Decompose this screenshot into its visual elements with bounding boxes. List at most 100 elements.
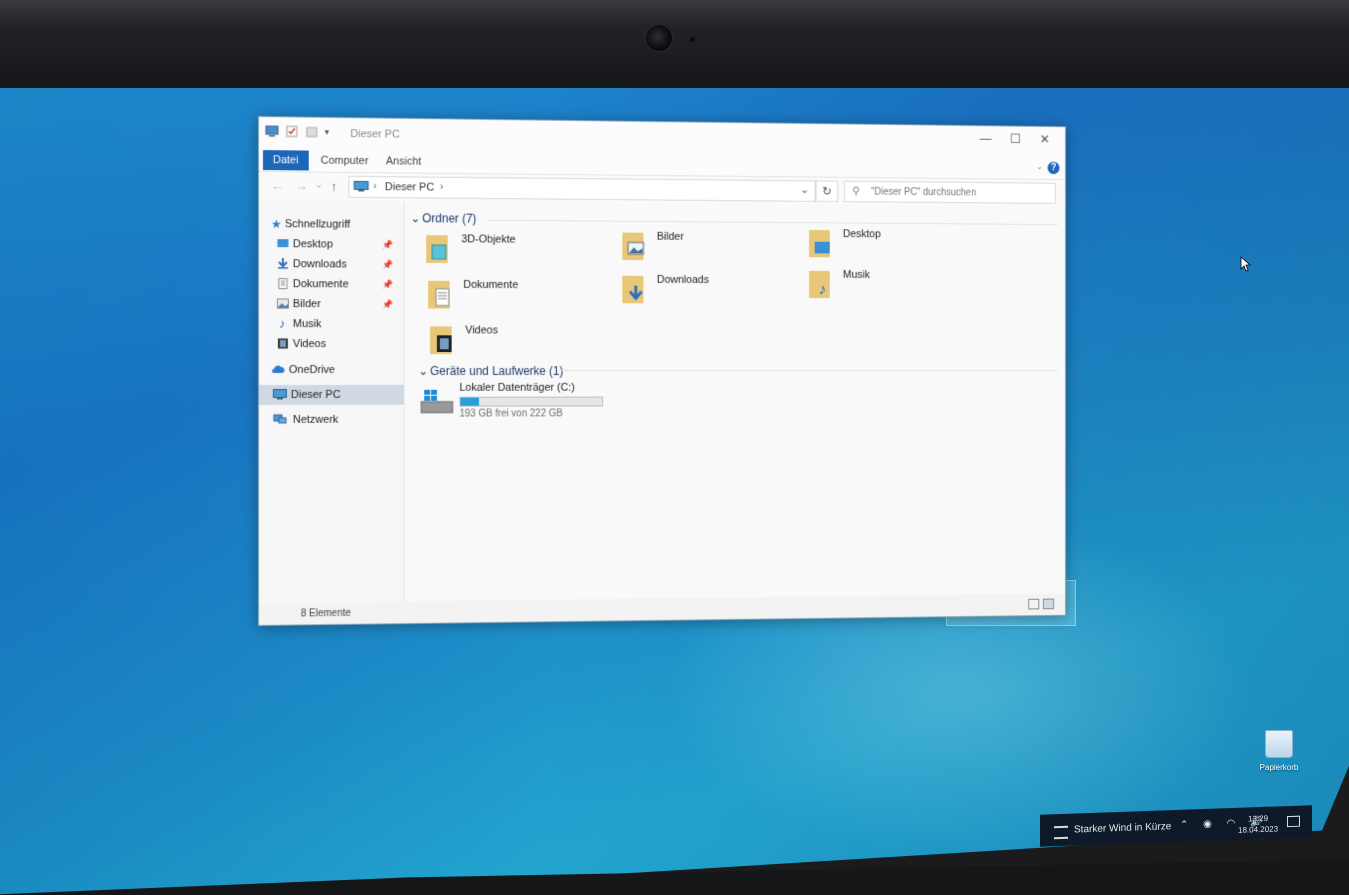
details-view-icon[interactable] <box>1028 599 1039 610</box>
item-count: 8 Elemente <box>301 608 351 620</box>
drive-c[interactable]: Lokaler Datenträger (C:) 193 GB frei von… <box>418 382 670 422</box>
videos-folder-icon <box>428 322 457 356</box>
address-bar[interactable]: › Dieser PC › ⌄ <box>348 176 815 202</box>
properties-icon[interactable] <box>285 125 299 137</box>
clock-date: 18.04.2023 <box>1238 823 1278 835</box>
view-switcher <box>1028 599 1054 610</box>
sidebar-item-musik[interactable]: ♪ Musik <box>259 314 404 334</box>
drive-free-space: 193 GB frei von 222 GB <box>459 408 562 419</box>
help-icon[interactable]: ? <box>1048 162 1060 175</box>
navigation-pane: ★ Schnellzugriff Desktop 📌 Downloads 📌 D… <box>259 200 405 603</box>
mouse-cursor-icon <box>1240 256 1252 272</box>
folder-videos[interactable]: Videos <box>428 322 613 362</box>
drive-usage-bar <box>459 397 603 407</box>
minimize-button[interactable]: — <box>971 130 1001 148</box>
sidebar-item-label: Desktop <box>293 234 333 254</box>
pin-icon[interactable]: 📌 <box>383 294 394 314</box>
folder-dokumente[interactable]: Dokumente <box>426 277 611 317</box>
new-folder-icon[interactable] <box>305 126 319 138</box>
sidebar-item-label: Netzwerk <box>293 410 338 430</box>
sidebar-item-bilder[interactable]: Bilder 📌 <box>259 294 404 314</box>
recent-locations-button[interactable]: ⌄ <box>315 180 323 191</box>
music-icon: ♪ <box>279 314 291 325</box>
group-divider <box>487 220 1058 225</box>
webcam-icon <box>645 24 673 52</box>
weather-widget[interactable]: Starker Wind in Kürze <box>1074 821 1171 835</box>
tab-computer[interactable]: Computer <box>311 152 379 171</box>
desktop-icon <box>277 238 289 249</box>
recycle-bin-icon <box>1265 730 1293 758</box>
sidebar-item-downloads[interactable]: Downloads 📌 <box>259 254 404 275</box>
group-header-drives[interactable]: Geräte und Laufwerke (1) <box>430 364 563 378</box>
maximize-button[interactable]: ☐ <box>1001 130 1031 148</box>
sidebar-item-videos[interactable]: Videos <box>259 334 404 354</box>
computer-icon <box>265 125 279 137</box>
documents-folder-icon <box>426 277 455 311</box>
large-icons-view-icon[interactable] <box>1043 599 1054 610</box>
quick-access-toolbar: ▾ <box>265 125 329 138</box>
cloud-icon <box>271 364 285 375</box>
customize-toolbar-icon[interactable]: ▾ <box>325 126 329 137</box>
folder-3d-objekte[interactable]: 3D-Objekte <box>424 231 609 272</box>
clock[interactable]: 13:29 18.04.2023 <box>1238 812 1278 835</box>
group-toggle-icon[interactable]: ⌄ <box>410 211 420 225</box>
sidebar-item-label: Dokumente <box>293 274 349 294</box>
folder-desktop[interactable]: Desktop <box>807 226 985 266</box>
pictures-icon <box>277 298 289 309</box>
sidebar-item-dokumente[interactable]: Dokumente 📌 <box>259 274 404 295</box>
drive-usage-fill <box>460 398 479 406</box>
star-icon: ★ <box>271 214 283 225</box>
wind-icon[interactable] <box>1054 826 1068 839</box>
back-button[interactable]: ← <box>271 178 284 193</box>
pin-icon[interactable]: 📌 <box>383 255 394 275</box>
svg-text:♪: ♪ <box>818 282 826 299</box>
folder-downloads[interactable]: Downloads <box>620 272 801 312</box>
breadcrumb-separator[interactable]: › <box>440 181 444 193</box>
sidebar-item-label: Downloads <box>293 254 347 274</box>
recycle-bin[interactable]: Papierkorb <box>1262 730 1296 758</box>
folder-bilder[interactable]: Bilder <box>620 229 801 269</box>
drive-name: Lokaler Datenträger (C:) <box>459 382 574 394</box>
sidebar-item-schnellzugriff[interactable]: ★ Schnellzugriff <box>259 214 404 235</box>
sidebar-item-onedrive[interactable]: OneDrive <box>259 360 404 380</box>
sidebar-item-label: Schnellzugriff <box>285 214 350 234</box>
sidebar-item-label: OneDrive <box>289 360 335 380</box>
folder-musik[interactable]: ♪ Musik <box>807 267 985 306</box>
pin-icon[interactable]: 📌 <box>383 235 394 255</box>
folder-label: Downloads <box>657 274 709 286</box>
refresh-button[interactable]: ↻ <box>816 180 839 202</box>
tab-ansicht[interactable]: Ansicht <box>376 152 431 170</box>
music-folder-icon: ♪ <box>807 267 835 300</box>
sidebar-item-label: Bilder <box>293 294 321 314</box>
tab-datei[interactable]: Datei <box>263 150 308 170</box>
pin-icon[interactable]: 📌 <box>383 275 394 295</box>
forward-button[interactable]: → <box>295 178 308 193</box>
sidebar-item-desktop[interactable]: Desktop 📌 <box>259 234 404 255</box>
document-icon <box>277 278 289 289</box>
ribbon-expand-icon[interactable]: ⌄ <box>1036 161 1043 172</box>
content-area: ⌄ Ordner (7) 3D-Objekte Bilder Desktop D… <box>405 201 1065 601</box>
folder-label: Musik <box>843 269 870 281</box>
breadcrumb-separator[interactable]: › <box>373 180 377 192</box>
up-button[interactable]: ↑ <box>331 179 337 194</box>
video-icon <box>277 338 289 349</box>
webcam-indicator <box>690 37 695 42</box>
close-button[interactable]: ✕ <box>1030 131 1059 149</box>
sidebar-item-label: Musik <box>293 314 322 334</box>
search-input[interactable] <box>869 184 1054 201</box>
address-history-dropdown[interactable]: ⌄ <box>800 183 809 196</box>
breadcrumb-dieser-pc[interactable]: Dieser PC <box>385 181 434 193</box>
group-toggle-icon[interactable]: ⌄ <box>418 364 428 378</box>
search-box[interactable]: ⚲ <box>844 181 1056 204</box>
sidebar-item-dieser-pc[interactable]: Dieser PC <box>259 385 404 405</box>
pictures-folder-icon <box>620 229 649 263</box>
group-header-folders[interactable]: Ordner (7) <box>422 211 476 225</box>
hard-drive-icon <box>420 388 453 416</box>
notification-center-icon[interactable] <box>1287 816 1300 827</box>
3d-objects-folder-icon <box>424 231 453 265</box>
folder-label: Bilder <box>657 231 684 243</box>
group-divider <box>561 370 1058 371</box>
monitor-bezel-top <box>0 0 1349 90</box>
sidebar-item-netzwerk[interactable]: Netzwerk <box>259 410 404 430</box>
folder-label: 3D-Objekte <box>461 233 515 245</box>
